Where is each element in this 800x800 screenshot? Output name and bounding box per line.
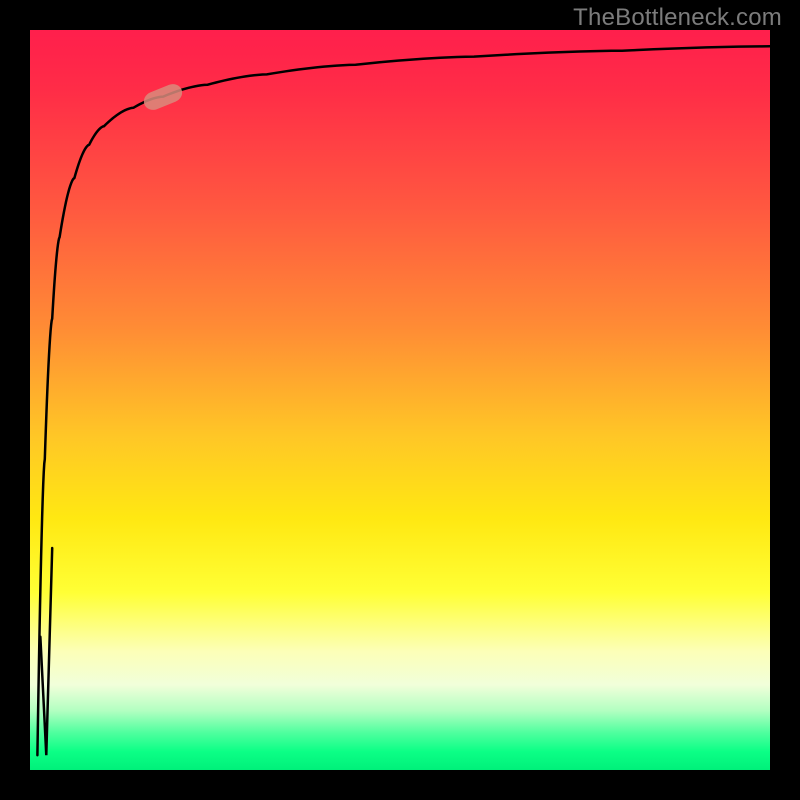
plot-area	[30, 30, 770, 770]
curve-layer	[30, 30, 770, 770]
spike-curve	[40, 548, 52, 755]
watermark-label: TheBottleneck.com	[573, 4, 782, 32]
main-curve	[37, 46, 770, 755]
chart-canvas: TheBottleneck.com	[0, 0, 800, 800]
